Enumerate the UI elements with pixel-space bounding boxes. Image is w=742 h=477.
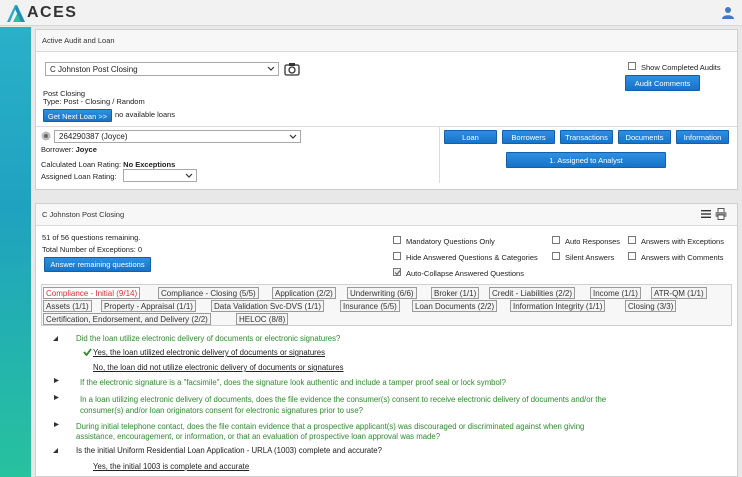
question-telephone-line1: During initial telephone contact, does t… bbox=[76, 422, 585, 431]
no-loans-text: no available loans bbox=[115, 110, 176, 119]
question-consent-line2: consumer(s) and/or loan originators cons… bbox=[80, 406, 363, 415]
print-icon[interactable] bbox=[715, 208, 727, 220]
assigned-rating-select[interactable] bbox=[123, 169, 197, 182]
borrower-row: Borrower: Joyce bbox=[41, 145, 97, 154]
with-exceptions-label: Answers with Exceptions bbox=[641, 237, 724, 246]
audit-type: Type: Post - Closing / Random bbox=[43, 97, 145, 106]
auto-responses-checkbox[interactable] bbox=[552, 236, 560, 244]
tab-heloc[interactable]: HELOC (8/8) bbox=[236, 313, 289, 325]
information-button[interactable]: Information bbox=[676, 130, 729, 144]
documents-button[interactable]: Documents bbox=[618, 130, 671, 144]
remaining-text: 51 of 56 questions remaining. bbox=[42, 233, 141, 242]
question-consent-line1: In a loan utilizing electronic delivery … bbox=[80, 395, 607, 404]
tab-compliance-initial[interactable]: Compliance - Initial (9/14) bbox=[43, 287, 141, 299]
panel-title: Active Audit and Loan bbox=[36, 30, 737, 52]
silent-answers-label: Silent Answers bbox=[565, 253, 615, 262]
borrower-value: Joyce bbox=[75, 145, 97, 154]
tab-insurance[interactable]: Insurance (5/5) bbox=[340, 300, 400, 312]
tab-compliance-closing[interactable]: Compliance - Closing (5/5) bbox=[158, 287, 259, 299]
show-completed-checkbox[interactable] bbox=[628, 62, 636, 70]
assigned-rating-label: Assigned Loan Rating: bbox=[41, 172, 117, 181]
expand-arrow-icon[interactable] bbox=[54, 422, 59, 427]
tab-income[interactable]: Income (1/1) bbox=[590, 287, 641, 299]
tab-information-integrity[interactable]: Information Integrity (1/1) bbox=[510, 300, 606, 312]
loan-select[interactable]: 264290387 (Joyce) bbox=[54, 130, 301, 143]
mandatory-label: Mandatory Questions Only bbox=[406, 237, 495, 246]
loan-select-value: 264290387 (Joyce) bbox=[59, 132, 128, 141]
top-bar: ACES bbox=[0, 0, 742, 26]
questions-panel-title: C Johnston Post Closing bbox=[42, 210, 125, 219]
audit-comments-button[interactable]: Audit Comments bbox=[625, 75, 700, 91]
aces-logo-icon bbox=[7, 5, 25, 22]
category-tabs: Compliance - Initial (9/14) Compliance -… bbox=[41, 284, 732, 326]
calc-rating-label: Calculated Loan Rating: bbox=[41, 160, 122, 169]
exceptions-text: Total Number of Exceptions: 0 bbox=[42, 245, 143, 254]
checkmark-icon bbox=[394, 270, 401, 276]
transactions-button[interactable]: Transactions bbox=[560, 130, 613, 144]
tab-application[interactable]: Application (2/2) bbox=[272, 287, 336, 299]
question-facsimile: If the electronic signature is a "facsim… bbox=[80, 378, 506, 387]
tab-loan-documents[interactable]: Loan Documents (2/2) bbox=[412, 300, 498, 312]
auto-collapse-label: Auto-Collapse Answered Questions bbox=[406, 269, 524, 278]
expand-arrow-icon[interactable] bbox=[54, 378, 59, 383]
settings-circle-icon[interactable] bbox=[41, 131, 51, 141]
hide-answered-checkbox[interactable] bbox=[393, 252, 401, 260]
auto-collapse-checkbox[interactable] bbox=[393, 268, 401, 276]
silent-answers-checkbox[interactable] bbox=[552, 252, 560, 260]
chevron-down-icon bbox=[267, 66, 275, 71]
audit-select[interactable]: C Johnston Post Closing bbox=[45, 62, 279, 76]
with-exceptions-checkbox[interactable] bbox=[628, 236, 636, 244]
collapse-arrow-icon[interactable] bbox=[53, 336, 58, 341]
tab-property-appraisal[interactable]: Property - Appraisal (1/1) bbox=[101, 300, 196, 312]
questions-panel: C Johnston Post Closing 51 of 56 questio… bbox=[35, 203, 738, 477]
collapse-arrow-icon[interactable] bbox=[53, 448, 58, 453]
sidebar bbox=[0, 27, 31, 477]
answer-no-electronic[interactable]: No, the loan did not utilize electronic … bbox=[93, 363, 344, 372]
expand-arrow-icon[interactable] bbox=[54, 395, 59, 400]
tab-credit-liabilities[interactable]: Credit - Liabilities (2/2) bbox=[489, 287, 576, 299]
audit-select-value: C Johnston Post Closing bbox=[50, 65, 138, 74]
tab-data-validation[interactable]: Data Validation Svc-DVS (1/1) bbox=[211, 300, 325, 312]
menu-icon[interactable] bbox=[701, 209, 711, 219]
calc-rating-row: Calculated Loan Rating: No Exceptions bbox=[41, 160, 175, 169]
auto-responses-label: Auto Responses bbox=[565, 237, 621, 246]
tab-atr-qm[interactable]: ATR-QM (1/1) bbox=[651, 287, 707, 299]
checkmark-icon bbox=[83, 348, 92, 356]
answer-yes-urla[interactable]: Yes, the initial 1003 is complete and ac… bbox=[93, 462, 249, 471]
panel-title: C Johnston Post Closing bbox=[36, 204, 737, 226]
mandatory-checkbox[interactable] bbox=[393, 236, 401, 244]
question-telephone-line2: assistance, encouragement, or informatio… bbox=[76, 432, 441, 441]
get-next-loan-button[interactable]: Get Next Loan >> bbox=[43, 109, 112, 122]
answer-remaining-button[interactable]: Answer remaining questions bbox=[44, 257, 151, 272]
calc-rating-value: No Exceptions bbox=[123, 160, 176, 169]
assigned-to-analyst-button[interactable]: 1. Assigned to Analyst bbox=[506, 152, 666, 168]
tab-underwriting[interactable]: Underwriting (6/6) bbox=[347, 287, 417, 299]
borrower-label: Borrower: bbox=[41, 145, 74, 154]
with-comments-checkbox[interactable] bbox=[628, 252, 636, 260]
camera-icon[interactable] bbox=[284, 62, 300, 76]
show-completed-label: Show Completed Audits bbox=[641, 63, 721, 72]
active-audit-panel: Active Audit and Loan C Johnston Post Cl… bbox=[35, 29, 738, 190]
answer-yes-electronic[interactable]: Yes, the loan utilized electronic delive… bbox=[93, 348, 325, 357]
question-electronic-delivery: Did the loan utilize electronic delivery… bbox=[76, 334, 341, 343]
loan-button[interactable]: Loan bbox=[444, 130, 497, 144]
question-urla: Is the initial Uniform Residential Loan … bbox=[76, 446, 382, 455]
borrowers-button[interactable]: Borrowers bbox=[502, 130, 555, 144]
aces-logo[interactable]: ACES bbox=[4, 3, 77, 23]
tab-closing[interactable]: Closing (3/3) bbox=[625, 300, 677, 312]
with-comments-label: Answers with Comments bbox=[641, 253, 724, 262]
chevron-down-icon bbox=[185, 173, 193, 178]
chevron-down-icon bbox=[289, 134, 297, 139]
tab-assets[interactable]: Assets (1/1) bbox=[43, 300, 92, 312]
tab-broker[interactable]: Broker (1/1) bbox=[431, 287, 480, 299]
user-icon[interactable] bbox=[722, 6, 734, 19]
hide-answered-label: Hide Answered Questions & Categories bbox=[406, 253, 538, 262]
app-name: ACES bbox=[27, 4, 78, 21]
tab-certification[interactable]: Certification, Endorsement, and Delivery… bbox=[43, 313, 211, 325]
